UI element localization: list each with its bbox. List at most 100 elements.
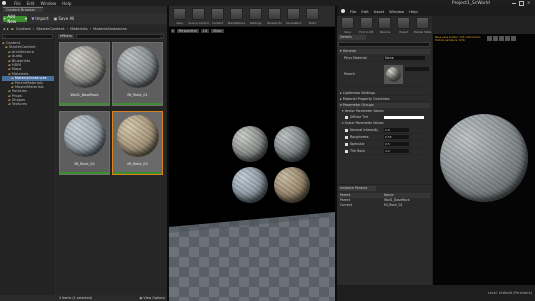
plus-icon: + [3, 16, 7, 21]
add-new-button[interactable]: + Add New ▾ [3, 14, 27, 24]
breadcrumb-item[interactable]: Content [16, 26, 31, 31]
toolbar-cinematics-button[interactable]: Cinematics [284, 7, 303, 25]
tree-item-textures[interactable]: ▰ Textures [2, 102, 54, 106]
phys-material-dropdown[interactable]: None [384, 56, 425, 60]
close-icon[interactable]: ✕ [527, 1, 530, 5]
preview-cube-icon[interactable] [493, 36, 498, 41]
save-icon [340, 16, 354, 29]
section-vector-params[interactable]: ▾ Vector Parameter Values [338, 109, 430, 114]
instance-parents-tab[interactable]: Instance Parents [338, 186, 376, 191]
asset-type-bar [113, 172, 162, 174]
preview-options-bar [487, 36, 516, 41]
save-all-button[interactable]: ▣ Save All [53, 16, 75, 22]
mi-find-in-cb-button[interactable]: Find in CB [357, 16, 376, 34]
search-assets-input[interactable]: ⌕ [76, 34, 164, 39]
parent-thumbnail[interactable] [384, 65, 403, 84]
window-controls[interactable]: ✕ [512, 1, 532, 6]
diffuse-tint-swatch[interactable] [384, 116, 424, 119]
menu-edit[interactable]: Edit [27, 1, 35, 6]
asset-name: Wall1_BaseRock [70, 93, 99, 97]
folder-icon: ▰ [10, 26, 14, 31]
menu-window[interactable]: Window [389, 9, 404, 14]
menu-file[interactable]: File [350, 9, 356, 14]
material-preview-sphere [440, 114, 528, 202]
filters-button[interactable]: ▾Filters [58, 34, 74, 39]
parent-asset-dropdown[interactable] [405, 67, 429, 71]
sphere-bottom-right[interactable] [274, 167, 310, 203]
breadcrumb: ◂ ▸ ▰ Content › StarterContent › Materials… [0, 25, 167, 32]
breadcrumb-item[interactable]: MaterialInstances [93, 26, 127, 31]
search-folders-input[interactable]: ⌕ [2, 34, 53, 39]
asset-tile[interactable]: MI_Rock_01 [112, 42, 163, 106]
scalar-value-input[interactable]: 0.55 [384, 134, 409, 139]
asset-tile-selected[interactable]: MI_Rock_03 [112, 111, 163, 175]
mi-params-button[interactable]: Params [376, 16, 395, 34]
preview-sphere-icon[interactable] [487, 36, 492, 41]
source-control-icon [192, 7, 205, 20]
toolbar-build-button[interactable]: Build [303, 7, 322, 25]
editor-status-bar: Level: ScWorld (Persistent) [337, 285, 535, 301]
menu-edit[interactable]: Edit [361, 9, 368, 14]
content-browser-footer: 4 items (1 selected) ◉ View Options [56, 295, 167, 301]
mi-parent-button[interactable]: Parent [394, 16, 413, 34]
preview-cylinder-icon[interactable] [499, 36, 504, 41]
scalar-value-input[interactable]: 4.0 [384, 148, 409, 153]
section-material-overrides[interactable]: ▸ Material Property Overrides [338, 96, 430, 102]
mi-save-button[interactable]: Save [338, 16, 357, 34]
material-preview-viewport[interactable]: Base pass shader: 103 instructions. Text… [433, 34, 535, 285]
preview-plane-icon[interactable] [505, 36, 510, 41]
breadcrumb-item[interactable]: StarterContent [36, 26, 64, 31]
section-general[interactable]: ▾ General [338, 49, 430, 54]
details-tab[interactable]: Details [338, 35, 366, 40]
material-editor-menu: File Edit Asset Window Help [337, 6, 535, 16]
section-parameter-groups[interactable]: ▾ Parameter Groups [338, 103, 430, 108]
mobile-icon [416, 16, 430, 29]
menu-file[interactable]: File [14, 1, 21, 6]
scalar-value-input[interactable]: 0.8 [384, 127, 409, 132]
project-title: Project1_ScWorld [452, 0, 490, 6]
nav-back-icon[interactable]: ◂ [3, 26, 5, 31]
menu-help[interactable]: Help [62, 1, 71, 6]
menu-window[interactable]: Window [40, 1, 56, 6]
details-search-input[interactable] [338, 42, 430, 47]
save-icon [173, 7, 186, 20]
save-icon: ▣ [53, 16, 58, 21]
hierarchy-icon [397, 16, 411, 29]
toolbar-blueprints-button[interactable]: Blueprints [265, 7, 284, 25]
view-options-button[interactable]: ◉ View Options [139, 296, 165, 300]
scalar-value-input[interactable]: 0.5 [384, 141, 409, 146]
scalar-checkbox[interactable] [345, 149, 348, 153]
sphere-top-right[interactable] [274, 126, 310, 162]
nav-forward-icon[interactable]: ▸ [7, 26, 9, 31]
sphere-bottom-left[interactable] [232, 167, 268, 203]
menu-asset[interactable]: Asset [374, 9, 384, 14]
content-browser-toolbar: + Add New ▾ ▼ Import ▣ Save All [0, 13, 167, 24]
content-browser-tab[interactable]: Content Browser [3, 7, 43, 12]
toolbar-save-button[interactable]: Save [170, 7, 189, 25]
menu-help[interactable]: Help [409, 9, 418, 14]
asset-tile[interactable]: MI_Rock_02 [59, 111, 110, 175]
scalar-checkbox[interactable] [345, 128, 348, 132]
import-button[interactable]: ▼ Import [30, 16, 50, 22]
preview-mesh-icon[interactable] [511, 36, 516, 41]
scalar-checkbox[interactable] [345, 135, 348, 139]
table-row[interactable]: Current MI_Rock_01 [338, 203, 430, 208]
level-viewport[interactable]: ▾ Perspective Lit Show [169, 27, 335, 301]
toolbar-settings-button[interactable]: Settings [246, 7, 265, 25]
toolbar-source-control-button[interactable]: Source Control [188, 7, 209, 25]
diffuse-tint-checkbox[interactable] [345, 116, 348, 119]
sphere-top-left[interactable] [232, 126, 268, 162]
asset-tile[interactable]: Wall1_BaseRock [59, 42, 110, 106]
toolbar-marketplace-button[interactable]: Marketplace [227, 7, 246, 25]
scalar-checkbox[interactable] [345, 142, 348, 146]
minimize-icon[interactable] [512, 3, 516, 4]
asset-thumbnail [117, 46, 159, 88]
section-scalar-params[interactable]: ▾ Scalar Parameter Values [338, 121, 430, 126]
toolbar-content-button[interactable]: Content [208, 7, 227, 25]
scalar-row: Normal Intensity 0.8 [338, 127, 430, 134]
search-icon [359, 16, 373, 29]
breadcrumb-item[interactable]: Materials [70, 26, 87, 31]
clapper-icon [287, 7, 300, 20]
marketplace-icon [230, 7, 243, 20]
mi-mobile-stats-button[interactable]: Mobile Stats [413, 16, 432, 34]
